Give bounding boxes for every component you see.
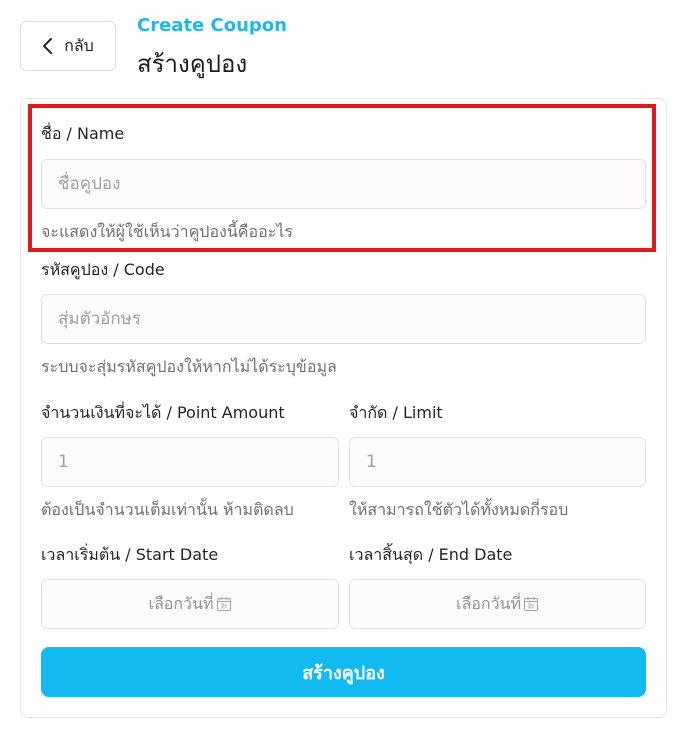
start-date-picker[interactable]: เลือกวันที่ — [41, 579, 339, 629]
point-amount-hint: ต้องเป็นจำนวนเต็มเท่านั้น ห้ามติดลบ — [41, 500, 294, 519]
name-label: ชื่อ / Name — [41, 124, 125, 143]
page-title: สร้างคูปอง — [137, 50, 248, 78]
chevron-left-icon — [42, 37, 54, 55]
end-date-label: เวลาสิ้นสุด / End Date — [349, 545, 513, 564]
back-button-label: กลับ — [64, 35, 94, 55]
point-amount-input[interactable] — [41, 437, 339, 487]
limit-hint: ให้สามารถใช้ตัวได้ทั้งหมดกี่รอบ — [349, 500, 569, 519]
create-coupon-button[interactable]: สร้างคูปอง — [41, 647, 646, 697]
name-input[interactable] — [41, 159, 646, 209]
page-subtitle: Create Coupon — [137, 15, 287, 36]
back-button[interactable]: กลับ — [20, 21, 116, 71]
start-date-placeholder: เลือกวันที่ — [148, 593, 214, 613]
end-date-picker[interactable]: เลือกวันที่ — [349, 579, 646, 629]
calendar-icon — [523, 596, 539, 612]
start-date-label: เวลาเริ่มต้น / Start Date — [41, 545, 219, 564]
limit-label: จำกัด / Limit — [349, 403, 443, 422]
code-input[interactable] — [41, 294, 646, 344]
end-date-placeholder: เลือกวันที่ — [455, 593, 522, 613]
code-hint: ระบบจะสุ่มรหัสคูปองให้หากไม่ได้ระบุข้อมู… — [41, 357, 337, 376]
limit-input[interactable] — [349, 437, 646, 487]
name-hint: จะแสดงให้ผู้ใช้เห็นว่าคูปองนี้คืออะไร — [41, 222, 293, 241]
code-label: รหัสคูปอง / Code — [41, 260, 165, 279]
point-amount-label: จำนวนเงินที่จะได้ / Point Amount — [41, 403, 285, 422]
create-coupon-page: กลับ Create Coupon สร้างคูปอง ชื่อ / Nam… — [0, 0, 684, 731]
calendar-icon — [216, 596, 232, 612]
